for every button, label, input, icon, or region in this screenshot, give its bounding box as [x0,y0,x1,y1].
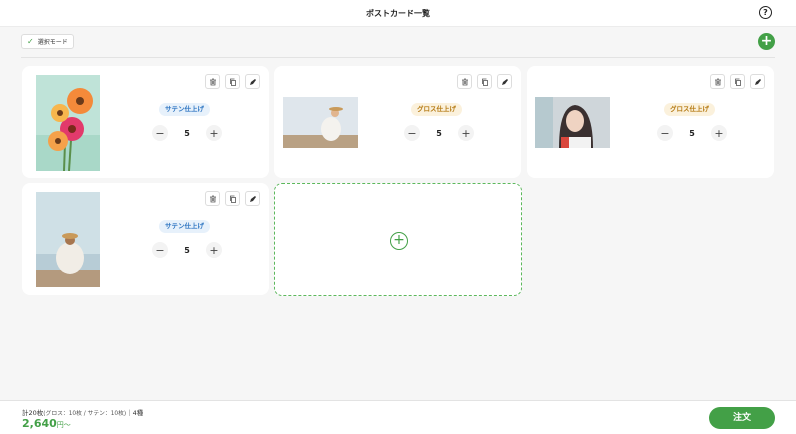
footer-bar: 計20枚(グロス：10枚 / サテン：10枚)｜4種 2,640円〜 注文 [0,400,796,434]
toolbar: ✓ 選択モード + [21,33,775,56]
postcard-card: グロス仕上げ − 5 + [527,66,774,178]
quantity-stepper: − 5 + [152,242,222,258]
quantity-value: 5 [689,128,695,138]
finish-badge: グロス仕上げ [664,103,715,116]
quantity-value: 5 [184,245,190,255]
card-actions [205,74,260,89]
increment-button[interactable]: + [205,242,222,258]
summary-total: 計20枚 [22,409,44,417]
card-actions [710,74,765,89]
total-price: 2,640円〜 [22,417,71,430]
order-button[interactable]: 注文 [709,407,775,429]
postcard-photo[interactable] [283,97,358,148]
quantity-stepper: − 5 + [404,125,474,141]
page-title: ポストカード一覧 [366,8,430,18]
postcard-photo[interactable] [535,97,610,148]
order-summary: 計20枚(グロス：10枚 / サテン：10枚)｜4種 [22,407,143,417]
decrement-button[interactable]: − [152,125,168,141]
copy-icon[interactable] [730,74,745,89]
edit-icon[interactable] [245,191,260,206]
quantity-stepper: − 5 + [152,125,222,141]
card-actions [205,191,260,206]
postcard-photo[interactable] [36,192,100,287]
edit-icon[interactable] [497,74,512,89]
increment-button[interactable]: + [710,125,727,141]
increment-button[interactable]: + [205,125,222,141]
increment-button[interactable]: + [457,125,474,141]
card-actions [457,74,512,89]
edit-icon[interactable] [750,74,765,89]
edit-icon[interactable] [245,74,260,89]
trash-icon[interactable] [205,74,220,89]
summary-kinds: ｜4種 [126,409,144,417]
select-mode-button[interactable]: ✓ 選択モード [21,34,74,49]
plus-circle-icon[interactable]: + [390,232,408,250]
price-unit: 円〜 [56,421,71,429]
postcard-card: サテン仕上げ − 5 + [22,183,269,295]
select-mode-label: 選択モード [37,39,68,46]
price-value: 2,640 [22,417,57,430]
postcard-photo[interactable] [36,75,100,171]
add-postcard-button[interactable]: + [758,33,775,50]
finish-badge: サテン仕上げ [159,220,210,233]
divider [21,57,775,58]
help-icon[interactable]: ? [759,6,772,19]
header-bar: ポストカード一覧 ? [0,0,796,27]
copy-icon[interactable] [225,74,240,89]
decrement-button[interactable]: − [657,125,673,141]
add-postcard-card[interactable]: + [274,183,522,296]
trash-icon[interactable] [205,191,220,206]
copy-icon[interactable] [225,191,240,206]
postcard-card: グロス仕上げ − 5 + [274,66,521,178]
check-icon: ✓ [27,37,34,46]
quantity-stepper: − 5 + [657,125,727,141]
trash-icon[interactable] [457,74,472,89]
quantity-value: 5 [436,128,442,138]
quantity-value: 5 [184,128,190,138]
decrement-button[interactable]: − [404,125,420,141]
finish-badge: グロス仕上げ [411,103,462,116]
decrement-button[interactable]: − [152,242,168,258]
trash-icon[interactable] [710,74,725,89]
copy-icon[interactable] [477,74,492,89]
finish-badge: サテン仕上げ [159,103,210,116]
postcard-card: サテン仕上げ − 5 + [22,66,269,178]
